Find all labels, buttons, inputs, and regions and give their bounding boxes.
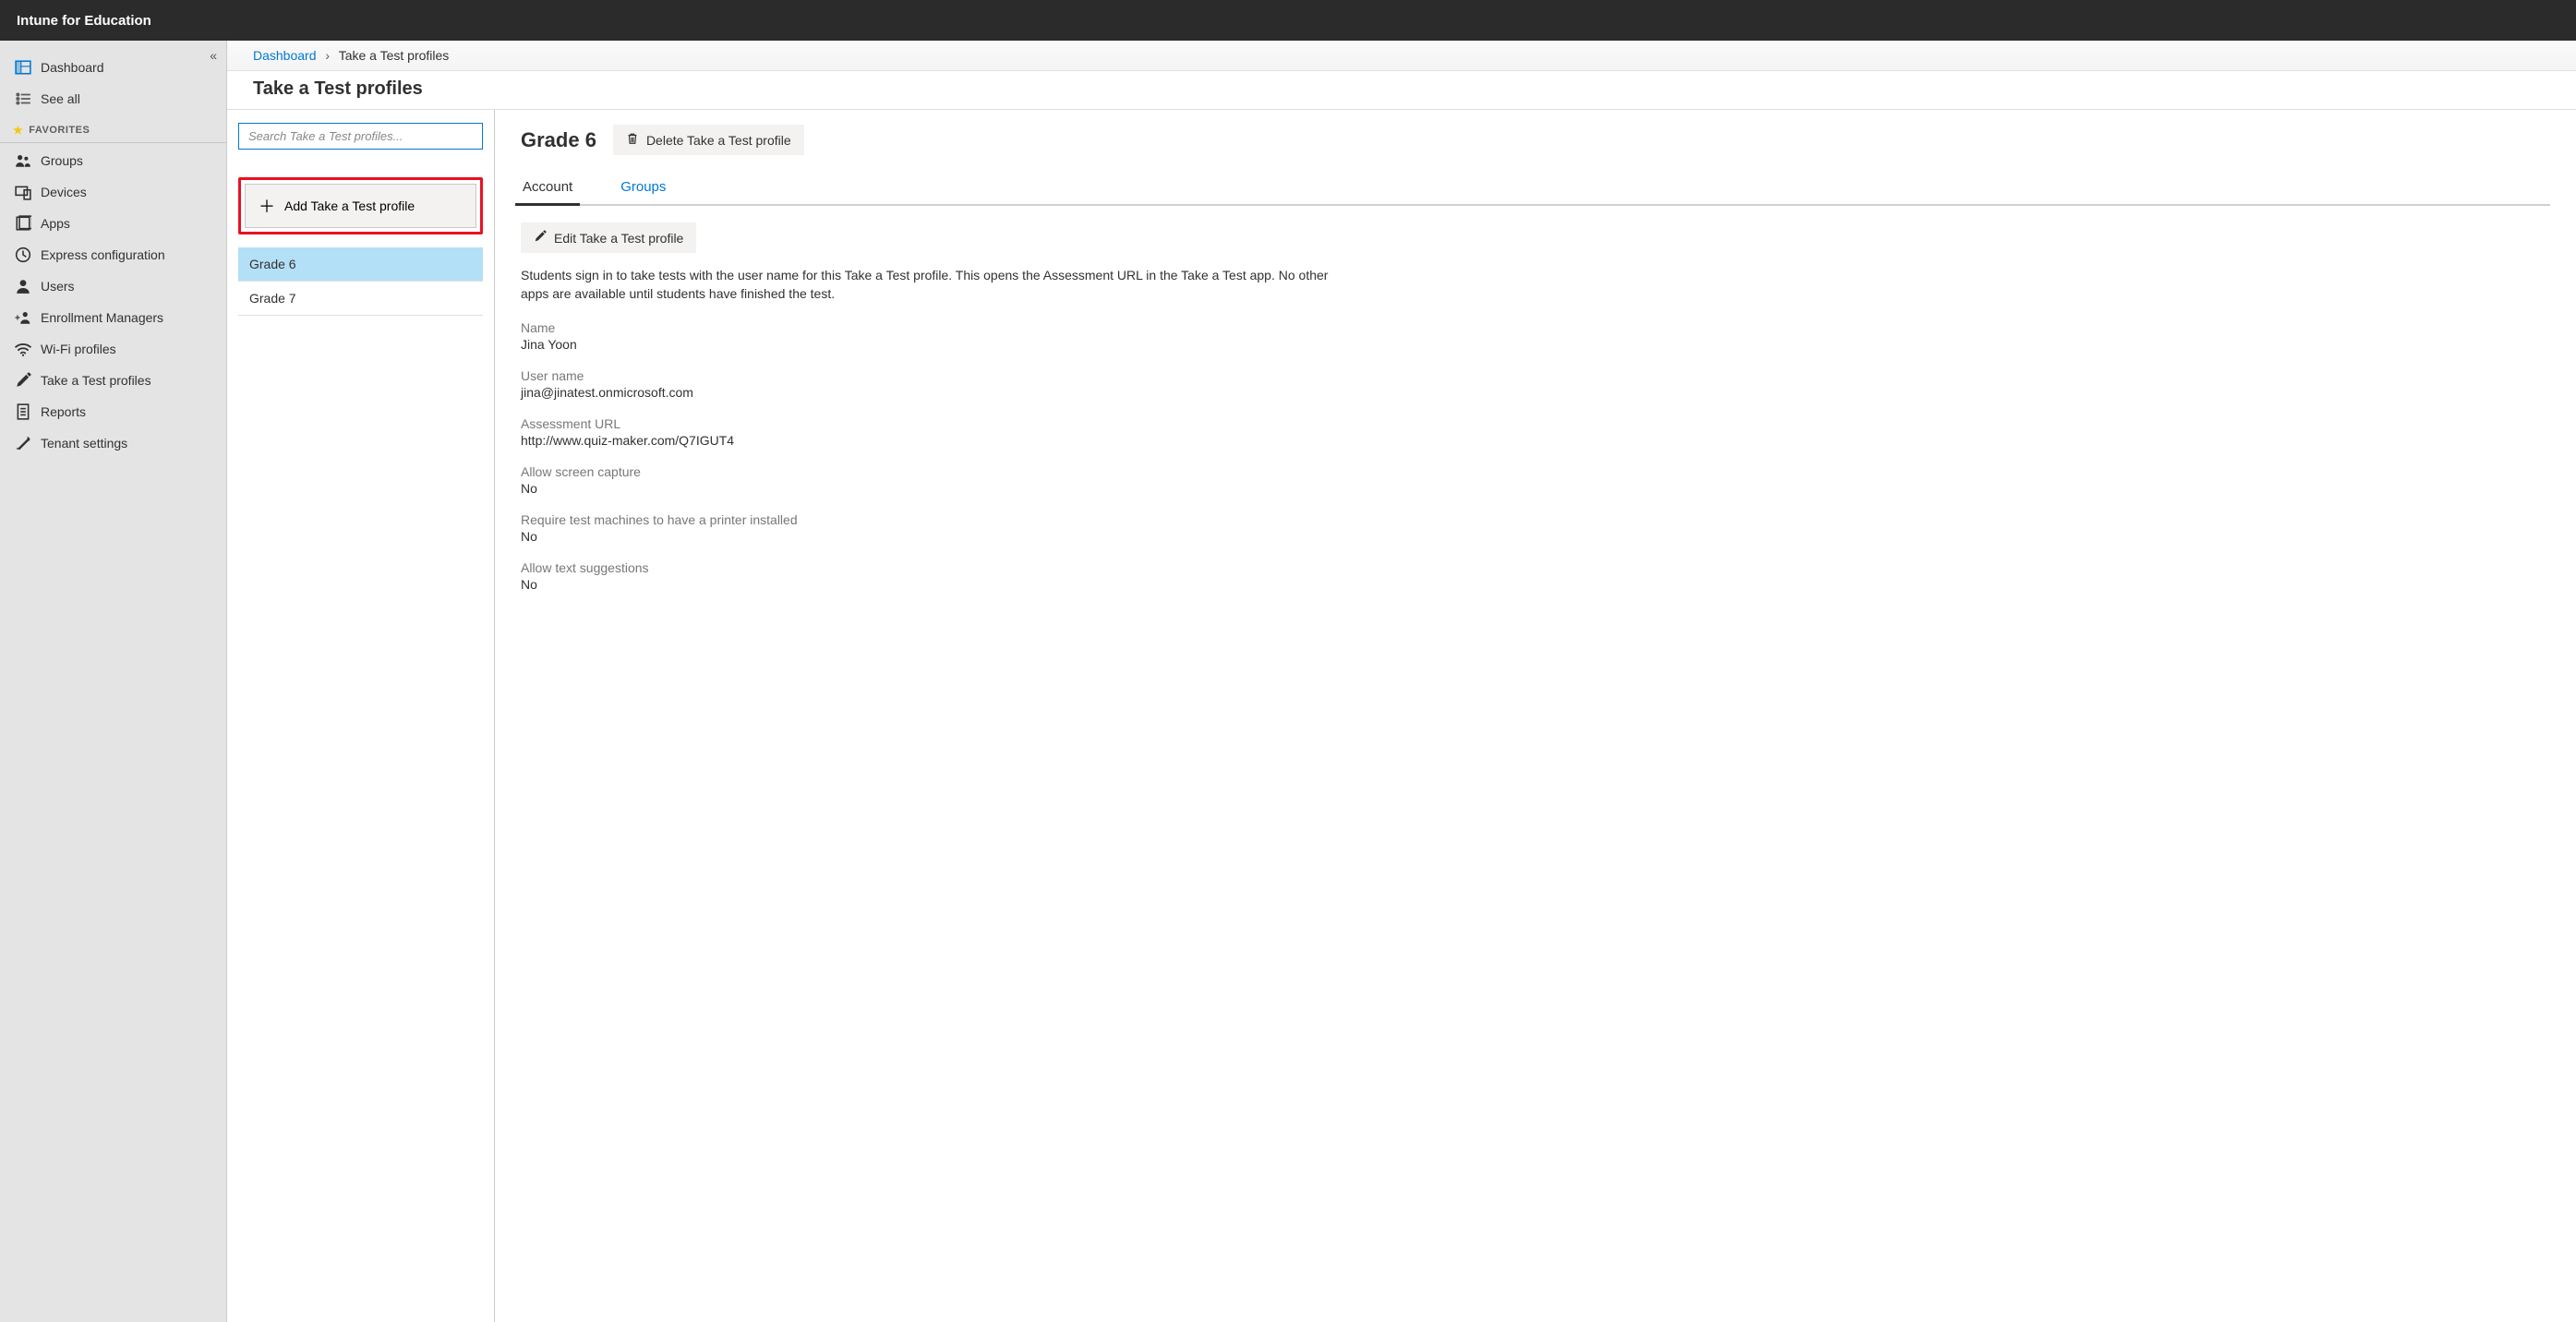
pencil-icon	[15, 372, 31, 389]
edit-button-label: Edit Take a Test profile	[554, 231, 683, 246]
sidebar-item-label: Devices	[41, 185, 87, 199]
report-icon	[15, 403, 31, 420]
sidebar-item-dashboard[interactable]: Dashboard	[0, 52, 226, 83]
field-value: No	[521, 577, 2550, 592]
sidebar-item-label: Apps	[41, 216, 70, 231]
search-input[interactable]	[238, 123, 483, 150]
pencil-icon	[534, 230, 547, 246]
detail-tabs: Account Groups	[521, 175, 2550, 206]
sidebar-item-tenant-settings[interactable]: Tenant settings	[0, 427, 226, 459]
user-icon	[15, 278, 31, 294]
field-value: jina@jinatest.onmicrosoft.com	[521, 385, 2550, 400]
profile-detail-pane: Grade 6 Delete Take a Test profile Accou…	[495, 110, 2576, 1322]
sidebar-item-apps[interactable]: Apps	[0, 208, 226, 239]
sidebar-item-label: Groups	[41, 153, 83, 168]
breadcrumb: Dashboard › Take a Test profiles	[227, 41, 2576, 71]
sidebar-item-express-config[interactable]: Express configuration	[0, 239, 226, 270]
plus-icon: ＋	[259, 194, 275, 218]
devices-icon	[15, 184, 31, 200]
profile-item-label: Grade 6	[249, 257, 296, 271]
detail-title: Grade 6	[521, 128, 596, 152]
sidebar-item-label: Wi-Fi profiles	[41, 342, 116, 356]
field-allow-screen-capture: Allow screen capture No	[521, 464, 2550, 496]
profile-list-pane: ＋ Add Take a Test profile Grade 6 Grade …	[227, 110, 495, 1322]
sidebar-item-label: Express configuration	[41, 247, 165, 262]
app-title: Intune for Education	[17, 13, 151, 29]
star-icon: ★	[13, 124, 23, 137]
groups-icon	[15, 152, 31, 169]
tools-icon	[15, 435, 31, 451]
enroll-icon: +	[15, 309, 31, 326]
sidebar-item-wifi-profiles[interactable]: Wi-Fi profiles	[0, 333, 226, 365]
field-value: No	[521, 481, 2550, 496]
edit-profile-button[interactable]: Edit Take a Test profile	[521, 222, 696, 253]
sidebar-item-label: Reports	[41, 404, 86, 419]
app-header: Intune for Education	[0, 0, 2576, 41]
tab-groups[interactable]: Groups	[619, 175, 668, 204]
field-label: User name	[521, 368, 2550, 383]
wifi-icon	[15, 341, 31, 357]
profile-item[interactable]: Grade 6	[238, 247, 483, 282]
add-button-highlight: ＋ Add Take a Test profile	[238, 177, 483, 234]
sidebar-item-label: Dashboard	[41, 60, 104, 75]
profile-description: Students sign in to take tests with the …	[521, 266, 1333, 304]
field-value: Jina Yoon	[521, 337, 2550, 352]
field-assessment-url: Assessment URL http://www.quiz-maker.com…	[521, 416, 2550, 448]
field-label: Allow text suggestions	[521, 560, 2550, 575]
breadcrumb-root-link[interactable]: Dashboard	[253, 48, 317, 63]
sidebar: « Dashboard See all ★ FAVORITES	[0, 41, 227, 1322]
field-label: Name	[521, 320, 2550, 335]
profile-list: Grade 6 Grade 7	[238, 247, 483, 316]
profile-item[interactable]: Grade 7	[238, 282, 483, 316]
apps-icon	[15, 215, 31, 232]
list-icon	[15, 90, 31, 107]
delete-profile-button[interactable]: Delete Take a Test profile	[613, 125, 804, 155]
field-require-printer: Require test machines to have a printer …	[521, 512, 2550, 544]
field-label: Allow screen capture	[521, 464, 2550, 479]
sidebar-item-users[interactable]: Users	[0, 270, 226, 302]
field-label: Require test machines to have a printer …	[521, 512, 2550, 527]
page-title: Take a Test profiles	[227, 71, 2576, 109]
field-value: http://www.quiz-maker.com/Q7IGUT4	[521, 433, 2550, 448]
sidebar-item-label: Take a Test profiles	[41, 373, 151, 388]
field-name: Name Jina Yoon	[521, 320, 2550, 352]
delete-button-label: Delete Take a Test profile	[646, 133, 791, 148]
add-take-a-test-profile-button[interactable]: ＋ Add Take a Test profile	[245, 184, 476, 228]
field-label: Assessment URL	[521, 416, 2550, 431]
sidebar-item-label: See all	[41, 91, 80, 106]
field-username: User name jina@jinatest.onmicrosoft.com	[521, 368, 2550, 400]
sidebar-item-label: Tenant settings	[41, 436, 127, 451]
favorites-header: ★ FAVORITES	[0, 114, 226, 143]
sidebar-item-see-all[interactable]: See all	[0, 83, 226, 114]
dashboard-icon	[15, 59, 31, 76]
field-value: No	[521, 529, 2550, 544]
trash-icon	[626, 132, 639, 148]
sidebar-item-enrollment-managers[interactable]: + Enrollment Managers	[0, 302, 226, 333]
clock-icon	[15, 246, 31, 263]
svg-text:+: +	[15, 313, 20, 323]
collapse-sidebar-button[interactable]: «	[210, 48, 217, 63]
add-button-label: Add Take a Test profile	[284, 198, 415, 213]
breadcrumb-current: Take a Test profiles	[339, 48, 450, 63]
sidebar-item-groups[interactable]: Groups	[0, 145, 226, 176]
sidebar-item-label: Enrollment Managers	[41, 310, 163, 325]
tab-account[interactable]: Account	[521, 175, 574, 204]
breadcrumb-separator: ›	[325, 48, 330, 63]
profile-item-label: Grade 7	[249, 291, 296, 306]
sidebar-item-label: Users	[41, 279, 75, 294]
sidebar-item-devices[interactable]: Devices	[0, 176, 226, 208]
sidebar-item-take-a-test[interactable]: Take a Test profiles	[0, 365, 226, 396]
sidebar-item-reports[interactable]: Reports	[0, 396, 226, 427]
field-allow-text-suggestions: Allow text suggestions No	[521, 560, 2550, 592]
